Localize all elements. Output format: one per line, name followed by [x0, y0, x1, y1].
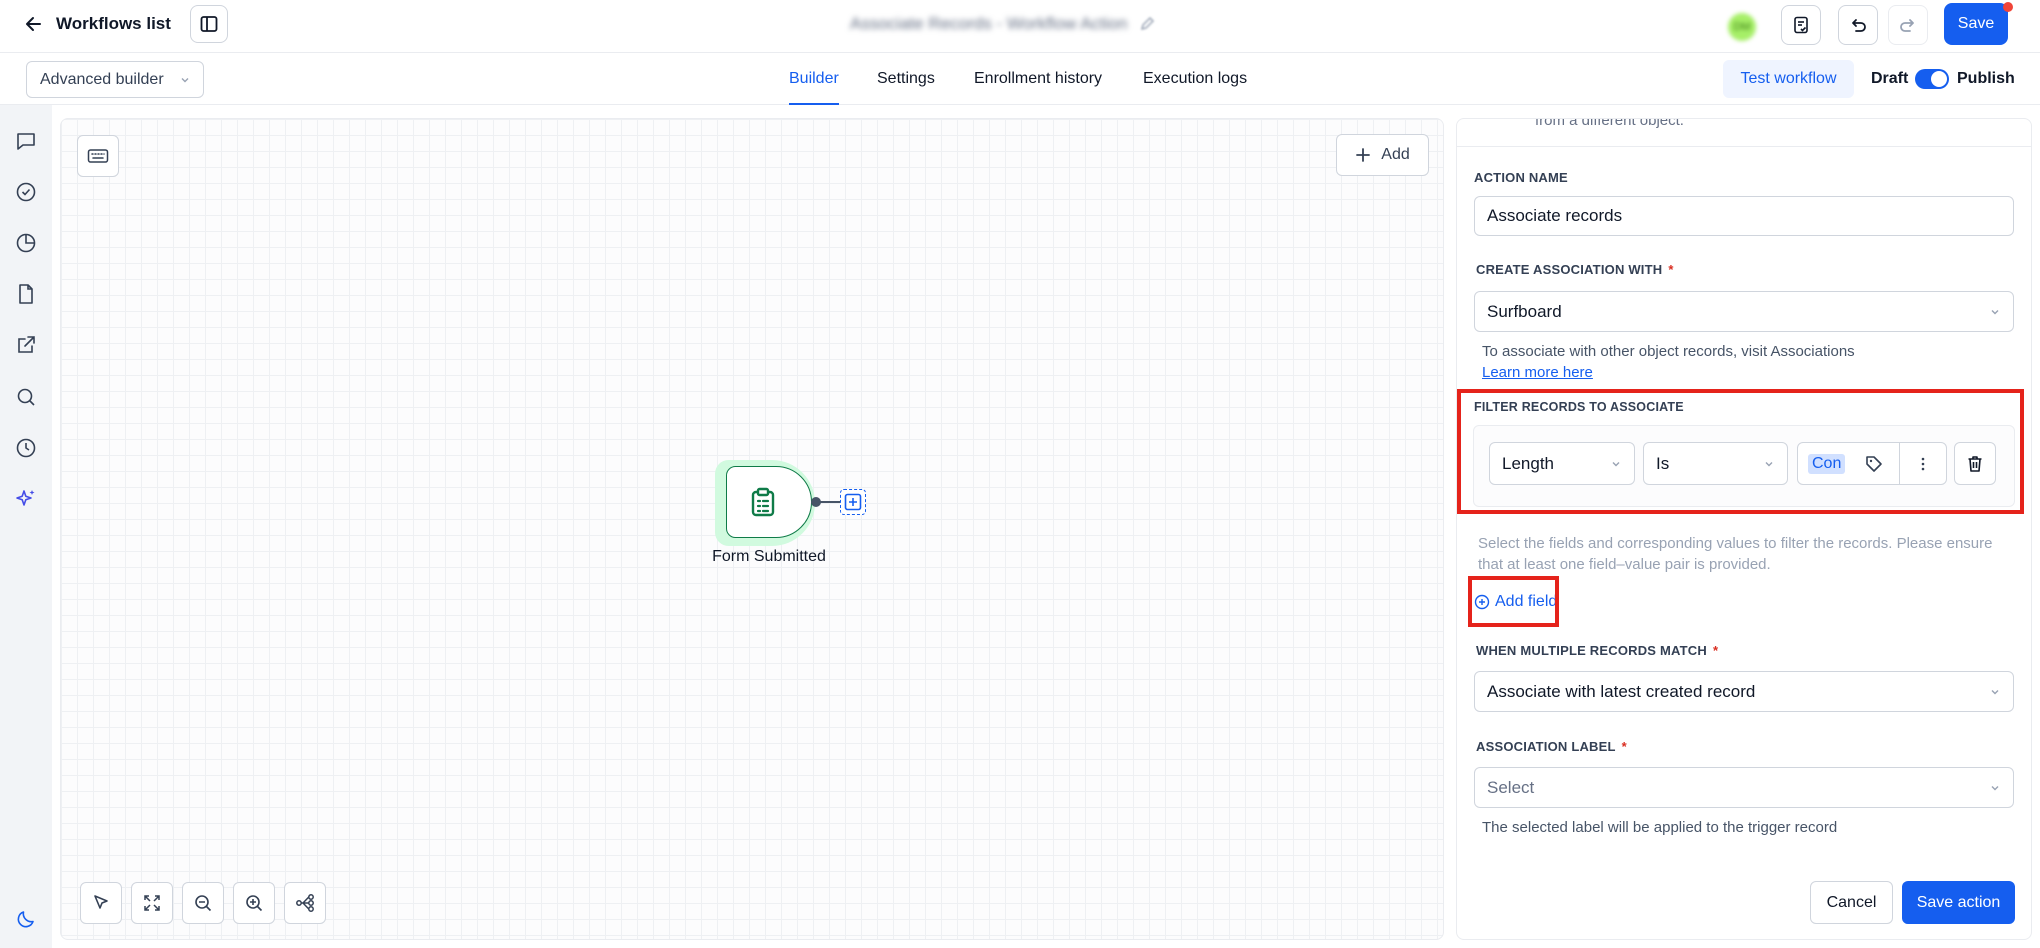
action-name-input[interactable]: Associate records — [1474, 196, 2014, 236]
search-icon[interactable] — [14, 385, 38, 409]
required-asterisk: * — [1668, 262, 1674, 277]
save-button[interactable]: Save — [1944, 3, 2008, 45]
undo-icon — [1848, 15, 1868, 35]
pencil-icon[interactable] — [1139, 16, 1155, 32]
association-label-label: ASSOCIATION LABEL * — [1476, 739, 1627, 754]
chevron-down-icon — [1989, 686, 2001, 698]
tab-builder[interactable]: Builder — [789, 53, 839, 105]
workflow-canvas[interactable]: Add Form Submitted — [60, 118, 1444, 940]
toggle-knob — [1931, 71, 1947, 87]
undo-button[interactable] — [1838, 5, 1878, 45]
back-label: Workflows list — [56, 14, 171, 33]
action-name-value: Associate records — [1487, 206, 1623, 225]
zoom-out-button[interactable] — [182, 882, 224, 924]
multiple-match-value: Associate with latest created record — [1487, 681, 1756, 701]
zoom-out-icon — [193, 893, 213, 913]
document-check-icon — [1791, 15, 1811, 35]
learn-more-link[interactable]: Learn more here — [1482, 362, 1593, 383]
tab-enrollment-history[interactable]: Enrollment history — [974, 53, 1102, 105]
auto-layout-button[interactable] — [284, 882, 326, 924]
left-rail — [0, 105, 52, 948]
save-action-button[interactable]: Save action — [1902, 881, 2015, 924]
fit-view-button[interactable] — [131, 882, 173, 924]
zoom-in-icon — [244, 893, 264, 913]
top-bar: Workflows list Associate Records - Workf… — [0, 0, 2040, 53]
tab-execution-logs[interactable]: Execution logs — [1143, 53, 1247, 105]
draft-label: Draft — [1871, 70, 1909, 87]
tree-layout-icon — [295, 893, 315, 913]
multiple-match-label: WHEN MULTIPLE RECORDS MATCH * — [1476, 643, 1718, 658]
multiple-match-label-text: WHEN MULTIPLE RECORDS MATCH — [1476, 643, 1707, 658]
history-icon[interactable] — [14, 436, 38, 460]
chevron-down-icon — [179, 74, 191, 86]
toggle-sidebar-button[interactable] — [190, 5, 228, 43]
keyboard-shortcuts-button[interactable] — [77, 135, 119, 177]
zoom-in-button[interactable] — [233, 882, 275, 924]
panel-divider — [1457, 146, 2031, 147]
workflow-title-text: Associate Records - Workflow Action — [850, 14, 1128, 33]
plus-square-icon — [844, 493, 862, 511]
form-preview-button[interactable] — [1781, 5, 1821, 45]
clipboard-icon — [750, 487, 776, 517]
filter-hint: Select the fields and corresponding valu… — [1478, 535, 1993, 573]
action-name-label: ACTION NAME — [1474, 170, 1568, 185]
moon-icon[interactable] — [14, 907, 38, 931]
sub-bar: Advanced builder Builder Settings Enroll… — [0, 53, 2040, 105]
trigger-node-label: Form Submitted — [712, 548, 826, 565]
add-step-button[interactable] — [840, 489, 866, 515]
plus-icon — [1355, 147, 1371, 163]
add-node-button[interactable]: Add — [1336, 134, 1429, 176]
multiple-match-select[interactable]: Associate with latest created record — [1474, 671, 2014, 712]
builder-mode-value: Advanced builder — [40, 70, 164, 88]
association-label-placeholder: Select — [1487, 777, 1535, 797]
required-asterisk: * — [1712, 643, 1719, 658]
notification-dot — [2003, 2, 2013, 12]
workflow-title[interactable]: Associate Records - Workflow Action — [850, 12, 1155, 36]
sidebar-panel-icon — [199, 14, 219, 34]
create-association-label: CREATE ASSOCIATION WITH * — [1476, 262, 1674, 277]
highlight-box-add-field — [1468, 576, 1559, 627]
create-association-select[interactable]: Surfboard — [1474, 291, 2014, 332]
test-workflow-button[interactable]: Test workflow — [1723, 60, 1854, 98]
create-association-label-text: CREATE ASSOCIATION WITH — [1476, 262, 1663, 277]
pie-chart-icon[interactable] — [14, 231, 38, 255]
keyboard-icon — [87, 148, 109, 164]
association-label-hint: The selected label will be applied to th… — [1482, 819, 1838, 836]
association-label-select[interactable]: Select — [1474, 767, 2014, 808]
builder-mode-select[interactable]: Advanced builder — [26, 61, 204, 98]
trigger-node[interactable] — [726, 466, 812, 538]
file-icon[interactable] — [14, 282, 38, 306]
cancel-button[interactable]: Cancel — [1810, 881, 1893, 924]
chevron-down-icon — [1989, 306, 2001, 318]
select-tool-button[interactable] — [80, 882, 122, 924]
chevron-down-icon — [1989, 782, 2001, 794]
required-asterisk: * — [1621, 739, 1627, 754]
publish-toggle[interactable] — [1915, 69, 1949, 89]
panel-top-fragment: from a different object. — [1535, 118, 1684, 129]
tab-settings[interactable]: Settings — [877, 53, 935, 105]
association-label-label-text: ASSOCIATION LABEL — [1476, 739, 1616, 754]
publish-label: Publish — [1957, 70, 2015, 87]
association-hint: To associate with other object records, … — [1482, 343, 1855, 360]
redo-button[interactable] — [1888, 5, 1928, 45]
sparkles-icon[interactable] — [14, 487, 38, 511]
chat-icon[interactable] — [14, 129, 38, 153]
avatar[interactable]: DM — [1728, 13, 1756, 41]
cursor-icon — [91, 893, 111, 913]
highlight-box-filter — [1457, 389, 2024, 514]
arrow-left-icon — [24, 14, 44, 34]
back-to-workflows-link[interactable]: Workflows list — [24, 12, 171, 36]
create-association-value: Surfboard — [1487, 301, 1562, 321]
add-node-label: Add — [1381, 146, 1410, 163]
node-connector-line — [820, 501, 840, 503]
external-link-icon[interactable] — [14, 333, 38, 357]
check-circle-icon[interactable] — [14, 180, 38, 204]
action-settings-panel: from a different object. ACTION NAME Ass… — [1456, 118, 2032, 940]
expand-icon — [142, 893, 162, 913]
redo-icon — [1898, 15, 1918, 35]
